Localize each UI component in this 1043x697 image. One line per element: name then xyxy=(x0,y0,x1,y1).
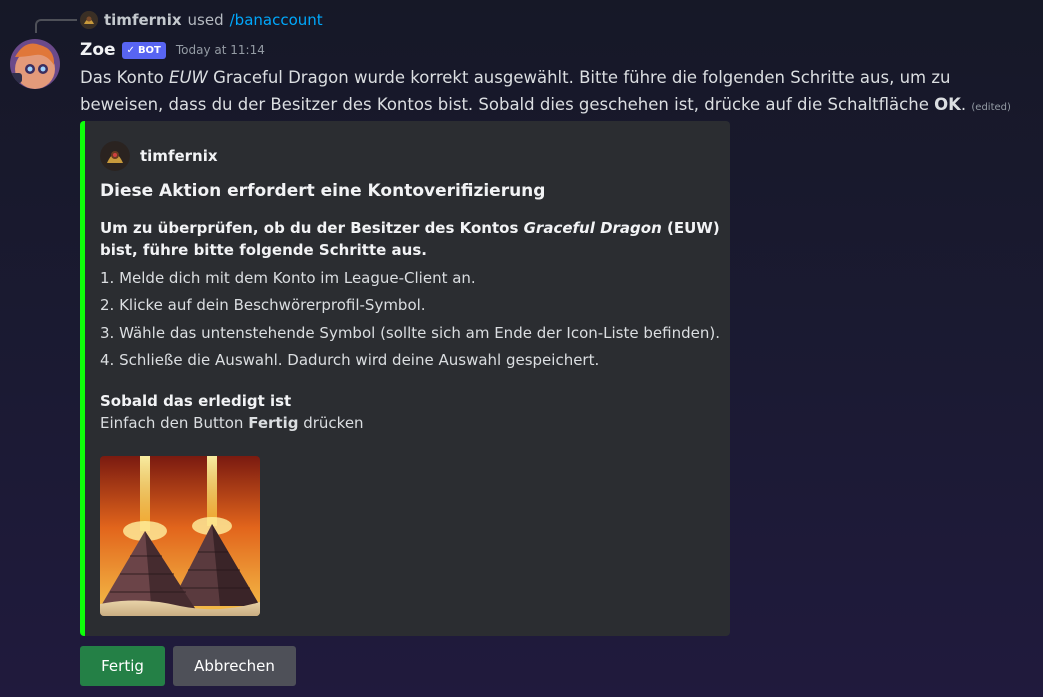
message-timestamp: Today at 11:14 xyxy=(175,43,265,57)
done-text: drücken xyxy=(298,414,364,433)
reply-connector xyxy=(35,19,77,33)
done-button[interactable]: Fertig xyxy=(80,646,165,686)
message-region: EUW xyxy=(169,68,208,87)
message-text-part: . xyxy=(960,95,967,114)
reply-user-avatar[interactable] xyxy=(80,11,98,29)
embed-author-name[interactable]: timfernix xyxy=(140,147,218,165)
embed-author: timfernix xyxy=(100,141,218,171)
message-ok-bold: OK xyxy=(934,95,961,114)
verified-check-icon: ✓ xyxy=(126,44,135,56)
reply-used-text: used xyxy=(187,11,224,29)
embed-intro: Um zu überprüfen, ob du der Besitzer des… xyxy=(100,217,720,261)
action-buttons: Fertig Abbrechen xyxy=(80,646,296,686)
summoner-icon-image[interactable] xyxy=(100,456,260,616)
bot-badge-label: BOT xyxy=(137,44,161,56)
message-text-part: Graceful Dragon wurde korrekt ausgewählt… xyxy=(80,68,951,114)
embed-title: Diese Aktion erfordert eine Kontoverifiz… xyxy=(100,181,546,201)
intro-text: Um zu überprüfen, ob du der Besitzer des… xyxy=(100,219,524,237)
message-header: Zoe ✓ BOT Today at 11:14 xyxy=(80,38,265,62)
step-item: 2. Klicke auf dein Beschwörerprofil-Symb… xyxy=(100,296,426,315)
verification-embed: timfernix Diese Aktion erfordert eine Ko… xyxy=(80,121,730,636)
bot-badge: ✓ BOT xyxy=(121,41,166,59)
step-item: 1. Melde dich mit dem Konto im League-Cl… xyxy=(100,269,476,287)
reply-username[interactable]: timfernix xyxy=(104,11,182,29)
message-content: Das Konto EUW Graceful Dragon wurde korr… xyxy=(80,64,1035,121)
done-text: Einfach den Button xyxy=(100,414,249,433)
bot-username[interactable]: Zoe xyxy=(80,40,116,60)
done-section-text: Einfach den Button Fertig drücken xyxy=(100,411,720,435)
steps-list: 1. Melde dich mit dem Konto im League-Cl… xyxy=(100,265,720,374)
bot-avatar[interactable] xyxy=(10,39,60,89)
done-section-title: Sobald das erledigt ist xyxy=(100,392,292,411)
step-item: 3. Wähle das untenstehende Symbol (sollt… xyxy=(100,323,720,342)
embed-description: Um zu überprüfen, ob du der Besitzer des… xyxy=(100,217,720,435)
message-text-part: Das Konto xyxy=(80,68,170,87)
step-item: 4. Schließe die Auswahl. Dadurch wird de… xyxy=(100,350,600,369)
intro-account: Graceful Dragon xyxy=(523,219,662,237)
edited-marker: (edited) xyxy=(971,102,1011,113)
cancel-button[interactable]: Abbrechen xyxy=(173,646,296,686)
command-usage: timfernix used /banaccount xyxy=(80,9,323,31)
done-text-bold: Fertig xyxy=(248,414,299,433)
embed-author-icon[interactable] xyxy=(100,141,130,171)
reply-command[interactable]: /banaccount xyxy=(230,11,323,29)
